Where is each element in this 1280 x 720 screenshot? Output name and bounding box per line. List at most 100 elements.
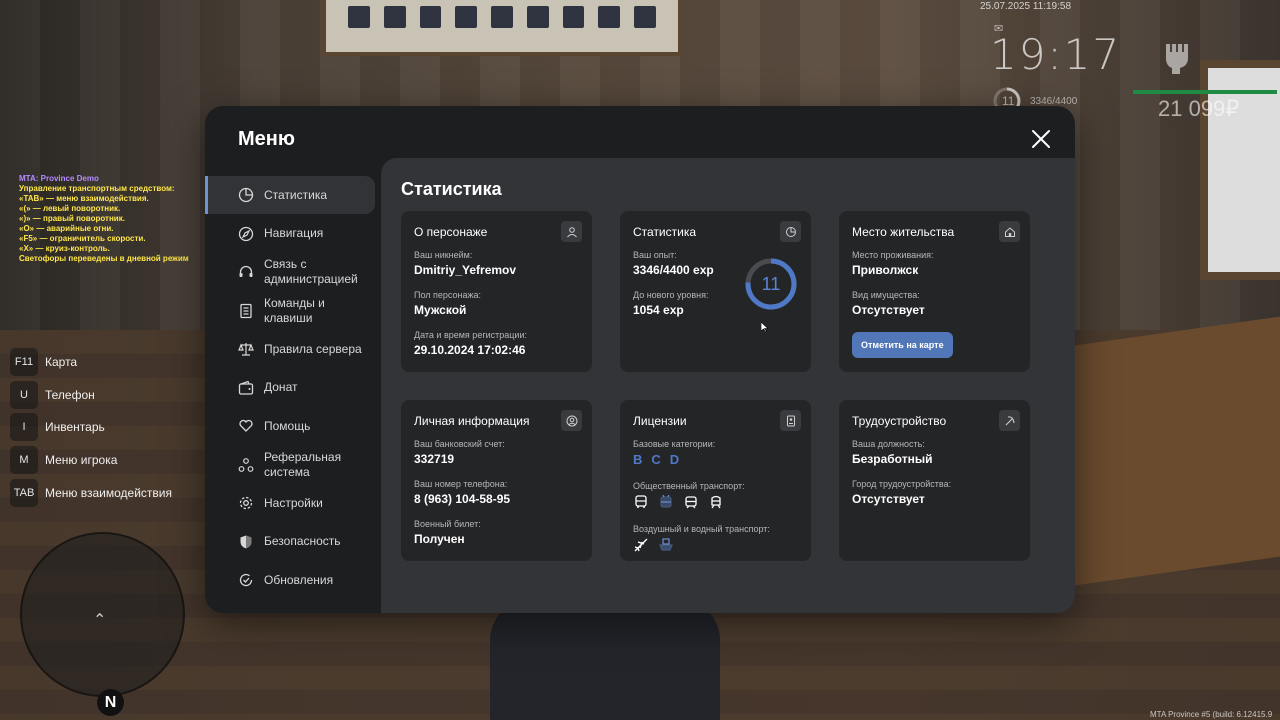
field-label: Ваша должность: (852, 439, 925, 449)
heart-hand-icon (239, 419, 253, 432)
pickaxe-icon (999, 410, 1020, 431)
sidebar-item-admin-contact[interactable]: Связь с администрацией (205, 253, 375, 291)
chat-line: «O» — аварийные огни. (19, 224, 114, 233)
nickname-value: Dmitriy_Yefremov (414, 263, 517, 277)
key-label: Меню игрока (45, 453, 118, 468)
compass-icon (238, 226, 254, 241)
hud-datetime: 25.07.2025 11:19:58 (980, 1, 1072, 12)
sign-board (322, 0, 682, 56)
boat-icon (659, 538, 673, 551)
sidebar-item-label: Связь с администрацией (264, 257, 358, 286)
sidebar-item-navigation[interactable]: Навигация (205, 215, 375, 253)
mouse-cursor-icon (761, 322, 769, 332)
key-label: Меню взаимодействия (45, 485, 172, 500)
sidebar-item-updates[interactable]: Обновления (205, 561, 375, 599)
menu-title: Меню (238, 128, 295, 150)
content-panel: Статистика О персонаже Ваш никнейм: Dmit… (381, 158, 1075, 613)
card-title: Лицензии (633, 414, 687, 428)
field-label: Ваш банковский счет: (414, 439, 505, 449)
key-hint-inventory[interactable]: I Инвентарь (10, 411, 172, 444)
home-icon (999, 221, 1020, 242)
sidebar-item-label: Навигация (264, 226, 324, 240)
card-title: Статистика (633, 225, 697, 239)
license-icon (780, 410, 801, 431)
sidebar-item-donate[interactable]: Донат (205, 369, 375, 407)
card-statistics: Статистика Ваш опыт: 3346/4400 exp До но… (620, 211, 811, 372)
chat-line: «)» — правый поворотник. (19, 214, 125, 223)
key-hint-map[interactable]: F11 Карта (10, 346, 172, 379)
sidebar-item-label: Донат (264, 380, 298, 394)
shield-icon (240, 535, 252, 548)
gender-value: Мужской (414, 303, 467, 317)
key-badge: U (10, 380, 38, 409)
sidebar-item-label: Помощь (264, 418, 311, 433)
key-badge: M (10, 446, 38, 475)
sidebar-item-security[interactable]: Безопасность (205, 523, 375, 561)
field-label: Пол персонажа: (414, 290, 482, 300)
plane-icon (634, 538, 648, 552)
field-label: Военный билет: (414, 519, 481, 529)
chat-line: «X» — круиз-контроль. (19, 244, 110, 253)
property-value: Отсутствует (852, 303, 925, 317)
chat-line: «TAB» — меню взаимодействия. (19, 194, 149, 203)
license-categories: B C D (633, 452, 798, 467)
document-icon (240, 303, 252, 318)
gear-icon (239, 496, 253, 510)
sidebar-item-rules[interactable]: Правила сервера (205, 330, 375, 368)
field-label: Вид имущества: (852, 290, 920, 300)
player-figure (490, 600, 720, 720)
category-b: B (633, 452, 643, 467)
sidebar-item-statistics[interactable]: Статистика (205, 176, 375, 214)
phone-value: 8 (963) 104-58-95 (414, 492, 511, 506)
sidebar-item-help[interactable]: Помощь (205, 407, 375, 445)
public-transport-icons (633, 494, 798, 510)
card-residence: Место жительства Место проживания: Приво… (839, 211, 1030, 372)
card-title: О персонаже (414, 225, 488, 239)
field-label: Базовые категории: (633, 439, 716, 449)
key-hints: F11 Карта U Телефон I Инвентарь M Меню и… (10, 346, 172, 509)
mark-on-map-button[interactable]: Отметить на карте (852, 332, 953, 358)
key-hint-phone[interactable]: U Телефон (10, 379, 172, 412)
key-badge: I (10, 413, 38, 442)
pie-chart-icon (238, 187, 254, 203)
chat-line: Светофоры переведены в дневной режим (19, 254, 189, 263)
key-badge: TAB (10, 478, 38, 507)
close-icon[interactable] (1030, 128, 1052, 150)
card-title: Трудоустройство (852, 414, 947, 428)
account-circle-icon (561, 410, 582, 431)
key-label: Телефон (45, 387, 95, 402)
card-personal-info: Личная информация Ваш банковский счет: 3… (401, 400, 592, 561)
hud-time: 19:17 (990, 30, 1122, 79)
sidebar-item-label: Реферальная система (264, 449, 342, 479)
scales-icon (238, 343, 254, 356)
registration-value: 29.10.2024 17:02:46 (414, 343, 526, 357)
key-hint-interaction-menu[interactable]: TAB Меню взаимодействия (10, 476, 172, 509)
refresh-check-icon (239, 573, 253, 587)
sidebar-item-referral[interactable]: Реферальная система (205, 446, 375, 484)
chat-line: Управление транспортным средством: (19, 184, 175, 193)
category-d: D (669, 452, 680, 467)
sidebar-item-label: Настройки (264, 495, 323, 510)
card-licenses: Лицензии Базовые категории: B C D Общест… (620, 400, 811, 561)
key-badge: F11 (10, 348, 38, 377)
chat-line: «F5» — ограничитель скорости. (19, 234, 146, 243)
train-icon (711, 495, 721, 509)
job-position-value: Безработный (852, 452, 933, 466)
level-value: 11 (761, 273, 781, 294)
sidebar-item-settings[interactable]: Настройки (205, 484, 375, 522)
sidebar-item-commands[interactable]: Команды и клавиши (205, 292, 375, 330)
sidebar-item-label: Правила сервера (264, 341, 362, 356)
military-id-value: Получен (414, 532, 465, 546)
field-label: Ваш никнейм: (414, 250, 473, 260)
section-title: Статистика (401, 179, 502, 199)
card-title: Личная информация (414, 414, 530, 428)
field-label: Воздушный и водный транспорт: (633, 524, 770, 534)
wallet-icon (238, 380, 254, 395)
card-character: О персонаже Ваш никнейм: Dmitriy_Yefremo… (401, 211, 592, 372)
job-city-value: Отсутствует (852, 492, 925, 506)
tram-icon (685, 496, 697, 509)
fist-icon (1166, 44, 1188, 74)
key-hint-player-menu[interactable]: M Меню игрока (10, 444, 172, 477)
table (1070, 313, 1280, 587)
card-title: Место жительства (852, 225, 955, 239)
